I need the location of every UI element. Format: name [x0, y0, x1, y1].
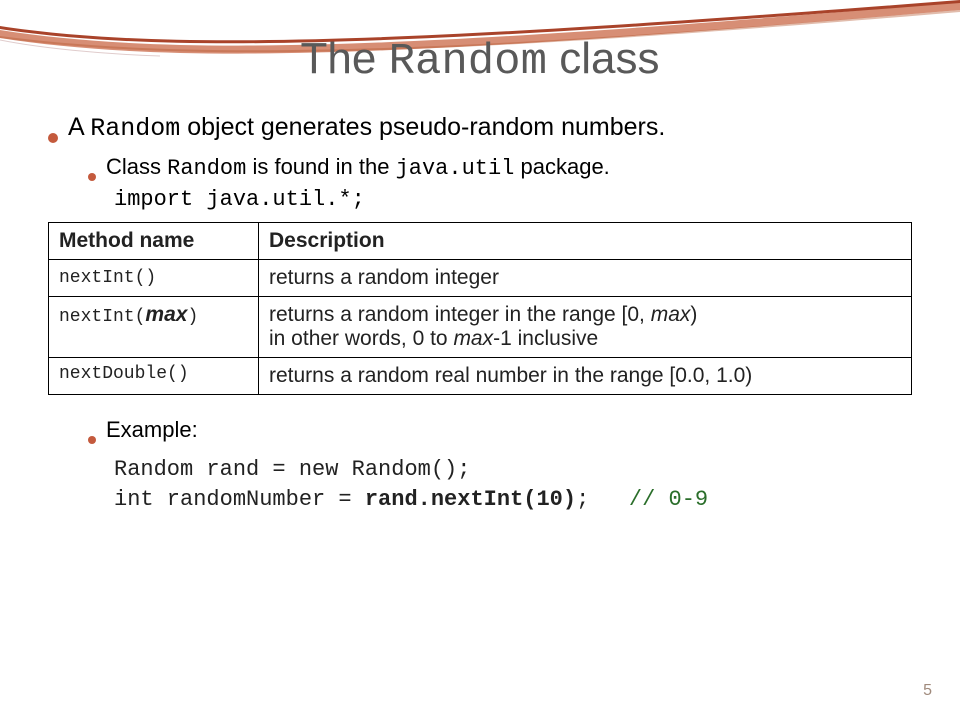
example-code-block: Random rand = new Random(); int randomNu…: [114, 455, 912, 514]
col-header-method: Method name: [49, 223, 259, 260]
table-header-row: Method name Description: [49, 223, 912, 260]
methods-table: Method name Description nextInt() return…: [48, 222, 912, 395]
bullet-text: Example:: [106, 415, 198, 445]
table-row: nextDouble() returns a random real numbe…: [49, 358, 912, 395]
method-cell: nextInt(max): [49, 297, 259, 358]
bullet-text: Class Random is found in the java.util p…: [106, 152, 610, 184]
slide-content: The Random class A Random object generat…: [0, 0, 960, 515]
desc-cell: returns a random integer in the range [0…: [259, 297, 912, 358]
bullet-level1: A Random object generates pseudo-random …: [48, 111, 912, 146]
method-cell: nextInt(): [49, 260, 259, 297]
bullet-dot-icon: [88, 173, 96, 181]
page-number: 5: [923, 682, 932, 700]
table-row: nextInt() returns a random integer: [49, 260, 912, 297]
method-cell: nextDouble(): [49, 358, 259, 395]
import-statement: import java.util.*;: [114, 187, 912, 212]
bullet-text: A Random object generates pseudo-random …: [68, 111, 665, 146]
table-row: nextInt(max) returns a random integer in…: [49, 297, 912, 358]
desc-cell: returns a random real number in the rang…: [259, 358, 912, 395]
col-header-desc: Description: [259, 223, 912, 260]
bullet-dot-icon: [48, 133, 58, 143]
bullet-example: Example:: [88, 415, 912, 445]
bullet-dot-icon: [88, 436, 96, 444]
desc-cell: returns a random integer: [259, 260, 912, 297]
slide-title: The Random class: [48, 34, 912, 87]
bullet-level2: Class Random is found in the java.util p…: [88, 152, 912, 184]
